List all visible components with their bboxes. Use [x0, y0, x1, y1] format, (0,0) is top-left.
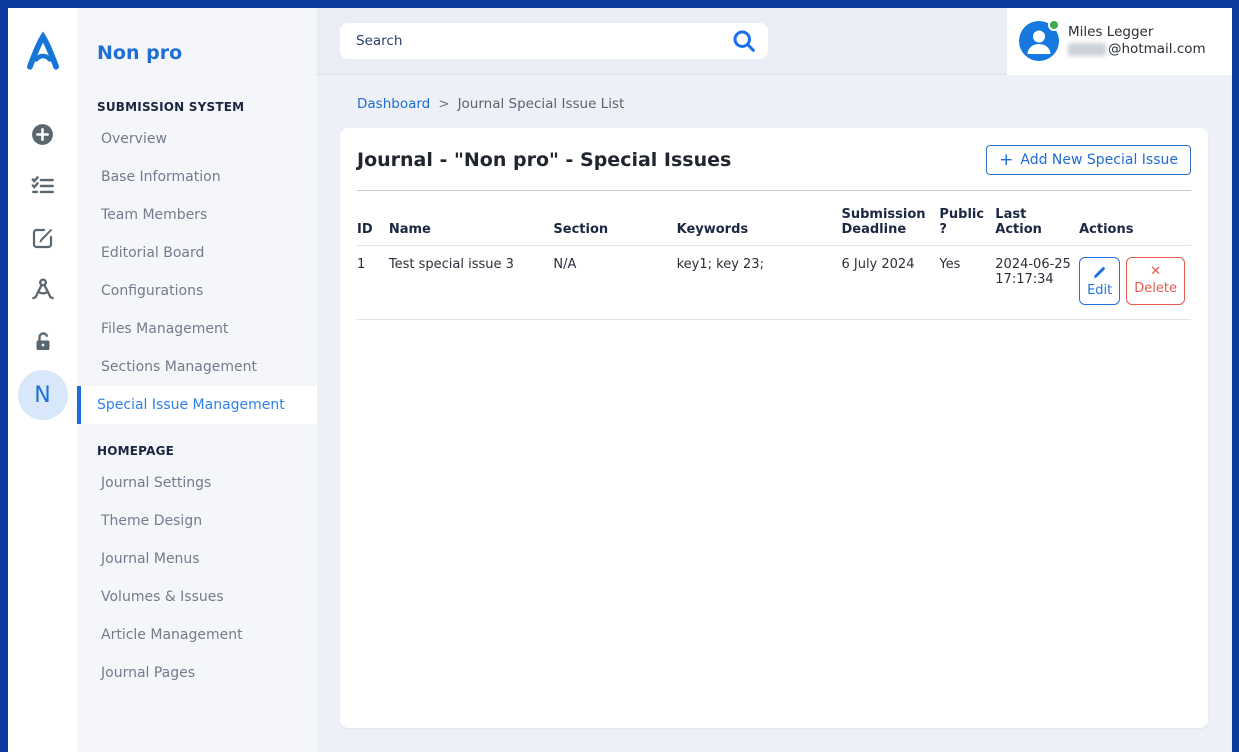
- sidebar-item-editorial-board[interactable]: Editorial Board: [77, 234, 317, 272]
- delete-button-label: Delete: [1134, 281, 1177, 296]
- col-header-section: Section: [553, 203, 676, 246]
- breadcrumb-current: Journal Special Issue List: [458, 96, 625, 112]
- add-button-label: Add New Special Issue: [1020, 152, 1178, 168]
- sidebar-item-journal-pages[interactable]: Journal Pages: [77, 654, 317, 692]
- journal-avatar-letter: N: [34, 383, 50, 408]
- rail-icon-list: N: [17, 108, 69, 420]
- plus-circle-icon[interactable]: [17, 108, 69, 160]
- sidebar-item-theme-design[interactable]: Theme Design: [77, 502, 317, 540]
- sidebar-item-overview[interactable]: Overview: [77, 120, 317, 158]
- sidebar-section-submission-system: SUBMISSION SYSTEM: [77, 100, 317, 114]
- col-header-name: Name: [389, 203, 554, 246]
- drafting-compass-icon[interactable]: [17, 264, 69, 316]
- breadcrumb: Dashboard > Journal Special Issue List: [340, 75, 1208, 112]
- sidebar-item-files-management[interactable]: Files Management: [77, 310, 317, 348]
- sidebar-item-journal-settings[interactable]: Journal Settings: [77, 464, 317, 502]
- app-logo-icon[interactable]: [20, 30, 66, 74]
- plus-icon: +: [999, 152, 1013, 169]
- search-input[interactable]: [356, 33, 730, 49]
- pencil-icon: [1092, 265, 1107, 280]
- edit-button[interactable]: Edit: [1079, 257, 1120, 305]
- checklist-icon[interactable]: [17, 160, 69, 212]
- col-header-keywords: Keywords: [677, 203, 842, 246]
- email-redacted-block: [1068, 43, 1106, 56]
- sidebar-section-homepage: HOMEPAGE: [77, 444, 317, 458]
- edit-button-label: Edit: [1087, 283, 1112, 298]
- email-domain: @hotmail.com: [1108, 41, 1206, 58]
- user-name: Miles Legger: [1068, 24, 1206, 41]
- content-area: Dashboard > Journal Special Issue List J…: [317, 75, 1232, 752]
- journal-avatar[interactable]: N: [18, 370, 68, 420]
- search-icon[interactable]: [730, 27, 758, 55]
- pen-square-icon[interactable]: [17, 212, 69, 264]
- cell-public: Yes: [939, 246, 995, 320]
- add-new-special-issue-button[interactable]: + Add New Special Issue: [986, 145, 1191, 175]
- avatar: [1019, 21, 1059, 61]
- x-icon: ✕: [1150, 266, 1161, 278]
- breadcrumb-dashboard-link[interactable]: Dashboard: [357, 96, 430, 112]
- main-area: Miles Legger @hotmail.com Dashboard > Jo…: [317, 8, 1232, 752]
- sidebar-item-base-information[interactable]: Base Information: [77, 158, 317, 196]
- sidebar-item-team-members[interactable]: Team Members: [77, 196, 317, 234]
- cell-keywords: key1; key 23;: [677, 246, 842, 320]
- cell-submission-deadline: 6 July 2024: [841, 246, 939, 320]
- col-header-public: Public ?: [939, 203, 995, 246]
- app-window: N Non pro SUBMISSION SYSTEM Overview Bas…: [8, 8, 1232, 752]
- col-header-submission-deadline: Submission Deadline: [841, 203, 939, 246]
- user-info: Miles Legger @hotmail.com: [1068, 24, 1206, 58]
- col-header-actions: Actions: [1079, 203, 1191, 246]
- sidebar-item-volumes-issues[interactable]: Volumes & Issues: [77, 578, 317, 616]
- sidebar-item-configurations[interactable]: Configurations: [77, 272, 317, 310]
- search-box[interactable]: [340, 23, 768, 59]
- cell-section: N/A: [553, 246, 676, 320]
- table-row: 1 Test special issue 3 N/A key1; key 23;…: [357, 246, 1191, 320]
- journal-name: Non pro: [77, 38, 317, 68]
- delete-button[interactable]: ✕ Delete: [1126, 257, 1185, 305]
- special-issues-table: ID Name Section Keywords Submission Dead…: [357, 203, 1191, 320]
- top-bar: Miles Legger @hotmail.com: [317, 8, 1232, 75]
- breadcrumb-separator: >: [438, 96, 449, 112]
- sidebar-item-journal-menus[interactable]: Journal Menus: [77, 540, 317, 578]
- cell-actions: Edit ✕ Delete: [1079, 246, 1191, 320]
- sidebar: Non pro SUBMISSION SYSTEM Overview Base …: [77, 8, 317, 752]
- sidebar-item-article-management[interactable]: Article Management: [77, 616, 317, 654]
- cell-last-action: 2024-06-25 17:17:34: [995, 246, 1079, 320]
- cell-id: 1: [357, 246, 389, 320]
- title-divider: [357, 190, 1191, 191]
- user-email: @hotmail.com: [1068, 41, 1206, 58]
- table-header-row: ID Name Section Keywords Submission Dead…: [357, 203, 1191, 246]
- col-header-id: ID: [357, 203, 389, 246]
- sidebar-item-special-issue-management[interactable]: Special Issue Management: [77, 386, 317, 424]
- online-status-dot: [1048, 19, 1060, 31]
- special-issues-card: Journal - "Non pro" - Special Issues + A…: [340, 128, 1208, 728]
- user-menu[interactable]: Miles Legger @hotmail.com: [1007, 8, 1232, 75]
- unlock-icon[interactable]: [17, 316, 69, 368]
- page-title: Journal - "Non pro" - Special Issues: [357, 149, 731, 171]
- cell-name: Test special issue 3: [389, 246, 554, 320]
- icon-rail: N: [8, 8, 77, 752]
- col-header-last-action: Last Action: [995, 203, 1079, 246]
- card-header: Journal - "Non pro" - Special Issues + A…: [357, 145, 1191, 175]
- sidebar-item-sections-management[interactable]: Sections Management: [77, 348, 317, 386]
